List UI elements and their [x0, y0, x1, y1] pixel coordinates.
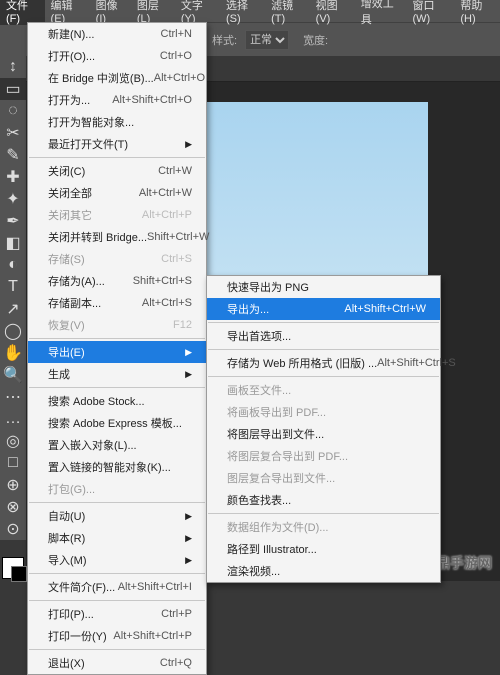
tool-19[interactable]: ⊕: [0, 474, 26, 496]
file-item-3[interactable]: 打开为...Alt+Shift+Ctrl+O: [28, 89, 206, 111]
swatch-fg-bg[interactable]: [2, 557, 24, 579]
tool-13[interactable]: ✋: [0, 342, 26, 364]
file-item-12[interactable]: 存储为(A)...Shift+Ctrl+S: [28, 270, 206, 292]
export-item-5[interactable]: 存储为 Web 所用格式 (旧版) ...Alt+Shift+Ctrl+S: [207, 352, 440, 374]
style-select[interactable]: 正常: [245, 30, 289, 50]
export-item-16[interactable]: 渲染视频...: [207, 560, 440, 582]
file-item-23: 打包(G)...: [28, 478, 206, 500]
export-item-1[interactable]: 导出为...Alt+Shift+Ctrl+W: [207, 298, 440, 320]
menu-5[interactable]: 选择(S): [220, 0, 265, 25]
tool-14[interactable]: 🔍: [0, 364, 26, 386]
export-submenu: 快速导出为 PNG导出为...Alt+Shift+Ctrl+W 导出首选项... 存…: [206, 275, 441, 583]
file-item-4[interactable]: 打开为智能对象...: [28, 111, 206, 133]
tool-7[interactable]: ✒: [0, 210, 26, 232]
file-item-17[interactable]: 生成▶: [28, 363, 206, 385]
file-item-8[interactable]: 关闭全部Alt+Ctrl+W: [28, 182, 206, 204]
tool-3[interactable]: ✂: [0, 122, 26, 144]
export-item-0[interactable]: 快速导出为 PNG: [207, 276, 440, 298]
file-item-7[interactable]: 关闭(C)Ctrl+W: [28, 160, 206, 182]
tool-16[interactable]: …: [0, 408, 26, 430]
tool-12[interactable]: ◯: [0, 320, 26, 342]
menu-6[interactable]: 滤镜(T): [265, 0, 310, 25]
tool-15[interactable]: ⋯: [0, 386, 26, 408]
menu-7[interactable]: 视图(V): [310, 0, 355, 25]
export-item-15[interactable]: 路径到 Illustrator...: [207, 538, 440, 560]
file-item-20[interactable]: 搜索 Adobe Express 模板...: [28, 412, 206, 434]
file-item-16[interactable]: 导出(E)▶: [28, 341, 206, 363]
menubar: 文件(F)编辑(E)图像(I)图层(L)文字(Y)选择(S)滤镜(T)视图(V)…: [0, 0, 500, 22]
export-item-11: 图层复合导出到文件...: [207, 467, 440, 489]
tool-10[interactable]: T: [0, 276, 26, 298]
tool-18[interactable]: □: [0, 452, 26, 474]
export-item-3[interactable]: 导出首选项...: [207, 325, 440, 347]
file-item-10[interactable]: 关闭并转到 Bridge...Shift+Ctrl+W: [28, 226, 206, 248]
style-label: 样式:: [212, 32, 237, 48]
tool-9[interactable]: ◐: [0, 254, 26, 276]
tool-column: ↕▭◌✂✎✚✦✒◧◐T↗◯✋🔍⋯…◎□⊕⊗⊙: [0, 56, 26, 540]
tool-6[interactable]: ✦: [0, 188, 26, 210]
file-item-14: 恢复(V)F12: [28, 314, 206, 336]
file-item-21[interactable]: 置入嵌入对象(L)...: [28, 434, 206, 456]
file-item-26[interactable]: 脚本(R)▶: [28, 527, 206, 549]
tool-21[interactable]: ⊙: [0, 518, 26, 540]
file-item-5[interactable]: 最近打开文件(T)▶: [28, 133, 206, 155]
file-item-19[interactable]: 搜索 Adobe Stock...: [28, 390, 206, 412]
export-item-10: 将图层复合导出到 PDF...: [207, 445, 440, 467]
file-item-34[interactable]: 退出(X)Ctrl+Q: [28, 652, 206, 674]
file-item-13[interactable]: 存储副本...Alt+Ctrl+S: [28, 292, 206, 314]
file-item-2[interactable]: 在 Bridge 中浏览(B)...Alt+Ctrl+O: [28, 67, 206, 89]
file-item-32[interactable]: 打印一份(Y)Alt+Shift+Ctrl+P: [28, 625, 206, 647]
tool-0[interactable]: ↕: [0, 56, 26, 78]
file-item-11: 存储(S)Ctrl+S: [28, 248, 206, 270]
menu-9[interactable]: 窗口(W): [406, 0, 454, 25]
tool-11[interactable]: ↗: [0, 298, 26, 320]
export-item-7: 画板至文件...: [207, 379, 440, 401]
tool-4[interactable]: ✎: [0, 144, 26, 166]
file-item-25[interactable]: 自动(U)▶: [28, 505, 206, 527]
file-item-9: 关闭其它Alt+Ctrl+P: [28, 204, 206, 226]
tool-2[interactable]: ◌: [0, 100, 26, 122]
export-item-14: 数据组作为文件(D)...: [207, 516, 440, 538]
file-menu-dropdown: 新建(N)...Ctrl+N打开(O)...Ctrl+O在 Bridge 中浏览…: [27, 22, 207, 675]
file-item-29[interactable]: 文件简介(F)...Alt+Shift+Ctrl+I: [28, 576, 206, 598]
tool-5[interactable]: ✚: [0, 166, 26, 188]
file-item-27[interactable]: 导入(M)▶: [28, 549, 206, 571]
menu-10[interactable]: 帮助(H): [454, 0, 500, 25]
tool-1[interactable]: ▭: [0, 78, 26, 100]
file-item-31[interactable]: 打印(P)...Ctrl+P: [28, 603, 206, 625]
file-item-22[interactable]: 置入链接的智能对象(K)...: [28, 456, 206, 478]
menu-8[interactable]: 增效工具: [355, 0, 407, 27]
tool-8[interactable]: ◧: [0, 232, 26, 254]
file-item-1[interactable]: 打开(O)...Ctrl+O: [28, 45, 206, 67]
export-item-9[interactable]: 将图层导出到文件...: [207, 423, 440, 445]
file-item-0[interactable]: 新建(N)...Ctrl+N: [28, 23, 206, 45]
tool-20[interactable]: ⊗: [0, 496, 26, 518]
export-item-12[interactable]: 颜色查找表...: [207, 489, 440, 511]
export-item-8: 将画板导出到 PDF...: [207, 401, 440, 423]
width-label: 宽度:: [303, 32, 328, 48]
tool-17[interactable]: ◎: [0, 430, 26, 452]
